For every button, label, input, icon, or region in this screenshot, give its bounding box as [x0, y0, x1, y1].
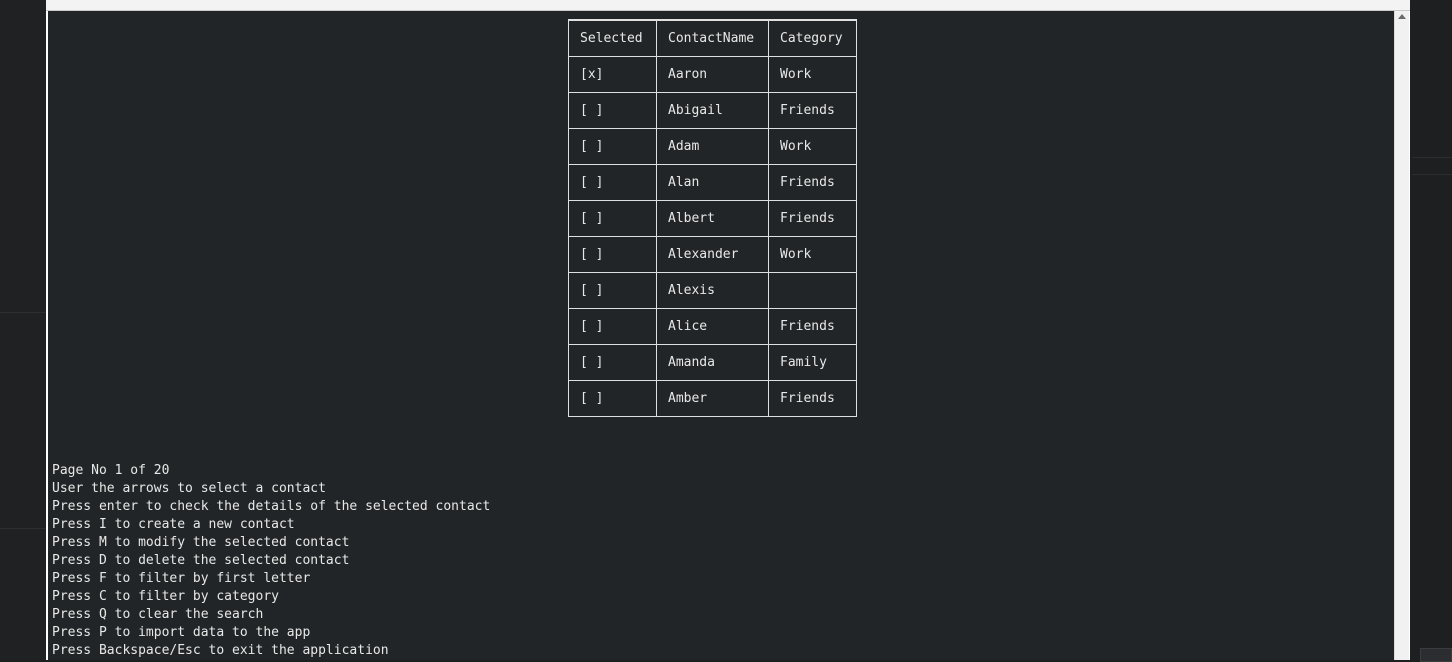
selected-cell: [ ] [569, 165, 657, 201]
selected-cell: [ ] [569, 381, 657, 416]
table-row[interactable]: [ ] Adam Work [569, 129, 856, 165]
help-line: Press Backspace/Esc to exit the applicat… [52, 643, 389, 658]
category-cell: Work [769, 129, 856, 165]
contact-name-cell: Abigail [657, 93, 769, 129]
table-row[interactable]: [ ] Amanda Family [569, 345, 856, 381]
desktop-divider [0, 312, 46, 313]
column-header-selected: Selected [569, 20, 657, 57]
column-header-contact-name: ContactName [657, 20, 769, 57]
selected-cell: [ ] [569, 309, 657, 345]
help-line: Press Q to clear the search [52, 607, 264, 622]
category-cell: Friends [769, 309, 856, 345]
contact-name-cell: Amanda [657, 345, 769, 381]
terminal-content[interactable]: Selected ContactName Category [x] Aaron … [48, 11, 1394, 660]
window-title-bar [46, 0, 1410, 11]
page-indicator: Page No 1 of 20 [52, 463, 170, 478]
contact-name-cell: Albert [657, 201, 769, 237]
category-cell: Friends [780, 391, 835, 406]
help-line: Press enter to check the details of the … [52, 499, 491, 514]
category-cell [769, 273, 856, 309]
contact-name-cell: Adam [657, 129, 769, 165]
selected-cell: [x] [569, 57, 657, 93]
table-row[interactable]: [ ] Alexander Work [569, 237, 856, 273]
contact-name-cell: Alan [657, 165, 769, 201]
desktop-divider [0, 528, 46, 529]
category-cell: Family [769, 345, 856, 381]
selected-cell: [ ] [569, 129, 657, 165]
category-cell: Friends [769, 201, 856, 237]
table-header-row: Selected ContactName Category [569, 20, 856, 57]
contact-name-cell: Alexander [657, 237, 769, 273]
category-cell: Friends [769, 93, 856, 129]
contact-name-cell: Aaron [657, 57, 769, 93]
category-cell: Friends [769, 165, 856, 201]
selected-cell: [ ] [569, 201, 657, 237]
selected-cell: [ ] [569, 237, 657, 273]
help-line: Press F to filter by first letter [52, 571, 311, 586]
table-row[interactable]: [ ] Abigail Friends [569, 93, 856, 129]
desktop-right-edge [1410, 0, 1452, 662]
scroll-up-arrow-icon[interactable] [1398, 14, 1406, 19]
help-line: Press C to filter by category [52, 589, 279, 604]
table-row[interactable]: [ ] Alice Friends [569, 309, 856, 345]
table-row[interactable]: [ ] Alan Friends [569, 165, 856, 201]
category-cell: Work [769, 57, 856, 93]
help-line: Press I to create a new contact [52, 517, 295, 532]
selected-cell: [ ] [569, 93, 657, 129]
terminal-window: Selected ContactName Category [x] Aaron … [46, 0, 1410, 660]
table-row[interactable]: [ ] Amber Friends [569, 381, 856, 416]
desktop-divider [1412, 157, 1452, 158]
contact-name-cell: Alexis [657, 273, 769, 309]
column-header-category: Category [769, 20, 856, 57]
help-instructions: Page No 1 of 20 User the arrows to selec… [52, 462, 490, 660]
help-line: User the arrows to select a contact [52, 481, 326, 496]
contacts-table: Selected ContactName Category [x] Aaron … [568, 19, 857, 417]
vertical-scrollbar[interactable] [1394, 11, 1409, 660]
selected-cell: [ ] [569, 345, 657, 381]
desktop-divider [1412, 174, 1452, 175]
help-line: Press P to import data to the app [52, 625, 311, 640]
contact-name-cell: Amber [657, 381, 769, 416]
selected-cell: [ ] [569, 273, 657, 309]
contact-name-cell: Alice [657, 309, 769, 345]
desktop-left-edge [0, 0, 46, 660]
help-line: Press M to modify the selected contact [52, 535, 350, 550]
help-line: Press D to delete the selected contact [52, 553, 350, 568]
table-row[interactable]: [x] Aaron Work [569, 57, 856, 93]
table-row[interactable]: [ ] Albert Friends [569, 201, 856, 237]
table-row[interactable]: [ ] Alexis [569, 273, 856, 309]
category-cell: Work [769, 237, 856, 273]
